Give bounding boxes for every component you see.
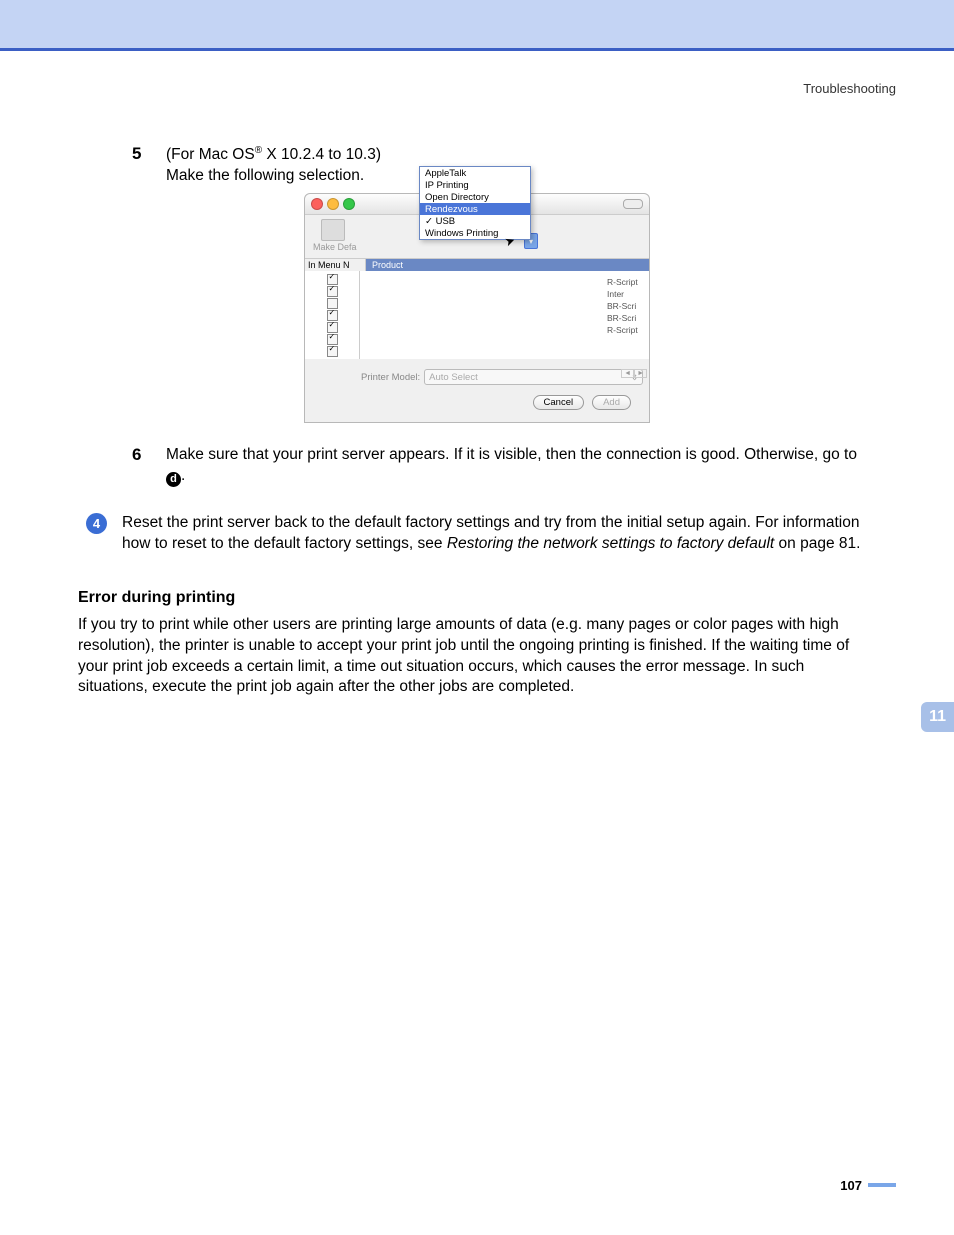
menu-ipprinting[interactable]: IP Printing bbox=[420, 179, 530, 191]
screenshot-figure: AppleTalk IP Printing Open Directory Ren… bbox=[78, 193, 876, 423]
step5-line1b: X 10.2.4 to 10.3) bbox=[262, 146, 381, 163]
col-in-menu[interactable]: In Menu N bbox=[305, 259, 366, 271]
major-step-4: 4 Reset the print server back to the def… bbox=[86, 513, 876, 555]
col-product[interactable]: Product bbox=[366, 259, 649, 271]
error-section-title: Error during printing bbox=[78, 589, 876, 607]
step6-text-b: . bbox=[181, 467, 185, 484]
in-menu-column bbox=[305, 271, 360, 359]
printer-model-value: Auto Select bbox=[429, 372, 478, 383]
menu-appletalk[interactable]: AppleTalk bbox=[420, 167, 530, 179]
step-body: Make sure that your print server appears… bbox=[166, 445, 876, 487]
step-number: 5 bbox=[132, 144, 166, 187]
list-header: In Menu N Product bbox=[305, 259, 649, 271]
kind-hint: Inter bbox=[607, 289, 647, 301]
printer-model-row: Printer Model: Auto Select ⇳ bbox=[305, 359, 649, 389]
scroll-arrows[interactable]: ◄► bbox=[621, 369, 647, 378]
add-button[interactable]: Add bbox=[592, 395, 631, 410]
error-section-para: If you try to print while other users ar… bbox=[78, 615, 876, 699]
page-number-bar-icon bbox=[868, 1183, 896, 1187]
printer-model-label: Printer Model: bbox=[361, 372, 420, 383]
step5-line1a: (For Mac OS bbox=[166, 146, 255, 163]
make-default-label: Make Defa bbox=[313, 242, 641, 252]
page-section-header: Troubleshooting bbox=[0, 81, 954, 96]
kind-hint: BR-Scri bbox=[607, 301, 647, 313]
dialog-buttons: Cancel Add bbox=[305, 389, 649, 422]
page-number: 107 bbox=[0, 1178, 954, 1211]
printer-icon[interactable] bbox=[321, 219, 345, 241]
reg-mark: ® bbox=[255, 145, 262, 156]
product-column bbox=[360, 271, 605, 359]
kind-hint: R-Script bbox=[607, 277, 647, 289]
close-traffic-light[interactable] bbox=[311, 198, 323, 210]
kind-column-peek: R-Script Inter BR-Scri BR-Scri R-Script bbox=[605, 271, 649, 359]
step6-text-a: Make sure that your print server appears… bbox=[166, 446, 857, 463]
minimize-traffic-light[interactable] bbox=[327, 198, 339, 210]
blue-circle-4: 4 bbox=[86, 513, 107, 534]
kind-hint: R-Script bbox=[607, 325, 647, 337]
step4-link[interactable]: Restoring the network settings to factor… bbox=[447, 535, 774, 552]
menu-usb[interactable]: USB bbox=[420, 215, 530, 227]
top-color-bar bbox=[0, 0, 954, 51]
printer-list: R-Script Inter BR-Scri BR-Scri R-Script bbox=[305, 271, 649, 359]
connection-dropdown-menu: AppleTalk IP Printing Open Directory Ren… bbox=[419, 166, 531, 240]
checkbox-row[interactable] bbox=[327, 286, 338, 297]
kind-hint: BR-Scri bbox=[607, 313, 647, 325]
ref-circle-4: d bbox=[166, 472, 181, 487]
step5-line2: Make the following selection. bbox=[166, 167, 364, 184]
menu-rendezvous[interactable]: Rendezvous bbox=[420, 203, 530, 215]
printer-model-select[interactable]: Auto Select ⇳ bbox=[424, 369, 643, 385]
step-6: 6 Make sure that your print server appea… bbox=[132, 445, 876, 487]
page-number-value: 107 bbox=[840, 1178, 862, 1193]
step-body: (For Mac OS® X 10.2.4 to 10.3) Make the … bbox=[166, 144, 381, 187]
toolbar-pill[interactable] bbox=[623, 199, 643, 209]
step4-body: Reset the print server back to the defau… bbox=[122, 513, 876, 555]
menu-opendirectory[interactable]: Open Directory bbox=[420, 191, 530, 203]
step4-b: on page 81. bbox=[774, 535, 860, 552]
chapter-tab: 11 bbox=[921, 702, 954, 732]
mac-printer-window: AppleTalk IP Printing Open Directory Ren… bbox=[304, 193, 650, 423]
zoom-traffic-light[interactable] bbox=[343, 198, 355, 210]
cancel-button[interactable]: Cancel bbox=[533, 395, 585, 410]
step-number: 6 bbox=[132, 445, 166, 487]
checkbox-row[interactable] bbox=[327, 346, 338, 357]
step4-icon-wrap: 4 bbox=[86, 513, 122, 555]
